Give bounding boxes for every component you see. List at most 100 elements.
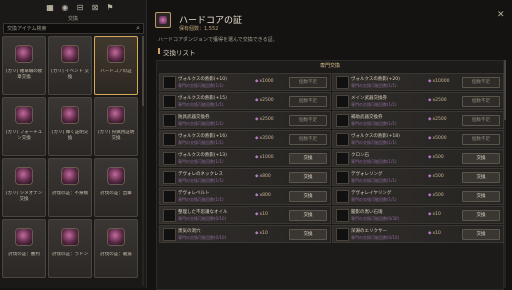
grid-icon[interactable]: ▦: [45, 3, 55, 13]
item-name: ヴォルクスの熱影(+10): [178, 77, 227, 82]
exchange-button[interactable]: 交換: [289, 191, 327, 202]
insufficient-button[interactable]: 個数不足: [462, 77, 500, 88]
category-card[interactable]: 討伐の証：審判: [2, 219, 46, 278]
item-icon: [163, 171, 176, 184]
proof-item-icon: [16, 46, 32, 62]
exchange-item-row: ヴォルクスの熱影(+18) 専門の交換可能回数(1/1) ◆x5000 個数不足: [332, 130, 504, 148]
icon-tab-bar: ▦ ◉ ⊟ ⊠ ⚑: [0, 3, 146, 15]
bookmark-icon[interactable]: ⚑: [105, 3, 115, 13]
insufficient-button[interactable]: 個数不足: [289, 115, 327, 126]
proof-item-icon: [16, 229, 32, 245]
item-exchange-limit: 専門の交換可能回数(1/1): [351, 121, 397, 126]
category-card[interactable]: [カリ] 輝く証明交換: [48, 97, 92, 156]
exchange-button[interactable]: 交換: [289, 229, 327, 240]
category-card[interactable]: [カリ] イベント 交換: [48, 36, 92, 95]
item-cost-value: x5000: [432, 136, 447, 141]
item-icon: [163, 114, 176, 127]
exchange-button[interactable]: 交換: [462, 191, 500, 202]
exchange-button[interactable]: 交換: [289, 210, 327, 221]
insufficient-button[interactable]: 個数不足: [462, 134, 500, 145]
item-cost: ◆x2500: [255, 117, 274, 122]
item-cost: ◆x10: [428, 212, 441, 217]
holding-count: 保有個数：1,552: [179, 26, 219, 32]
item-exchange-limit: 専門の交換可能回数(1/1): [178, 159, 224, 164]
item-cost: ◆x5000: [428, 136, 447, 141]
currency-icon: ◆: [255, 136, 259, 141]
category-card[interactable]: [カリ] 羅卓職の紋章交換: [2, 36, 46, 95]
item-cost-value: x3500: [259, 136, 274, 141]
exchange-button[interactable]: 交換: [462, 210, 500, 221]
item-exchange-limit: 専門の交換可能回数(1/1): [351, 83, 397, 88]
item-cost-value: x800: [259, 193, 271, 198]
currency-icon: ◆: [428, 174, 432, 179]
exchange-item-row: 闇影の黒い石塊 専門の交換可能回数(0/30) ◆x10 交換: [332, 206, 504, 224]
item-name: メイン武器交換券: [351, 96, 387, 101]
insufficient-button[interactable]: 個数不足: [462, 96, 500, 107]
exchange-button[interactable]: 交換: [462, 229, 500, 240]
category-card[interactable]: ハードコアの証: [94, 36, 138, 95]
search-box[interactable]: ⌕: [3, 23, 144, 34]
category-card-label: [カリ] 羅卓職の紋章交換: [5, 69, 43, 80]
item-name: 防具武器交換券: [178, 115, 210, 120]
close-icon[interactable]: ✕: [497, 10, 505, 20]
insufficient-button[interactable]: 個数不足: [462, 115, 500, 126]
exchange-item-row: デヴォレのネックレス 専門の交換可能回数(1/1) ◆x800 交換: [159, 168, 331, 186]
insufficient-button[interactable]: 個数不足: [289, 96, 327, 107]
scroll-icon[interactable]: ⊠: [90, 3, 100, 13]
currency-icon: ◆: [255, 155, 259, 160]
item-exchange-limit: 専門の交換可能回数(0/10): [178, 216, 227, 221]
category-card[interactable]: 討伐の証：出撃: [94, 158, 138, 217]
exchange-item-row: ヴォルクスの熱影(+15) 専門の交換可能回数(1/1) ◆x2500 個数不足: [159, 92, 331, 110]
category-card[interactable]: [カリ] フォーチュン交換: [2, 97, 46, 156]
exchange-button[interactable]: 交換: [289, 153, 327, 164]
item-cost: ◆x10: [428, 231, 441, 236]
left-scrollbar[interactable]: [142, 36, 144, 286]
item-name: 黒気の洞穴: [178, 229, 201, 234]
insufficient-button[interactable]: 個数不足: [289, 77, 327, 88]
item-name: 整理した不思議なオイル: [178, 210, 228, 215]
category-card[interactable]: [カリ] シメオナン 交換: [2, 158, 46, 217]
item-icon: [163, 76, 176, 89]
exchange-button[interactable]: 交換: [462, 153, 500, 164]
section-title: 交換リスト: [158, 48, 196, 57]
category-card[interactable]: 討伐の証：不帰橋: [48, 158, 92, 217]
item-icon: [336, 209, 349, 222]
insufficient-button[interactable]: 個数不足: [289, 134, 327, 145]
item-name: ヴォルクスの熱影(+20): [351, 77, 400, 82]
item-icon: [163, 95, 176, 108]
item-icon: [336, 133, 349, 146]
category-card-label: 討伐の証：出撃: [100, 191, 132, 196]
currency-icon: ◆: [428, 117, 432, 122]
category-card[interactable]: [カリ] 狩猟用証明交換: [94, 97, 138, 156]
search-input[interactable]: [7, 24, 127, 33]
search-icon[interactable]: ⌕: [136, 24, 140, 33]
exchange-button[interactable]: 交換: [289, 172, 327, 183]
exchange-button[interactable]: 交換: [462, 172, 500, 183]
right-scrollbar-thumb[interactable]: [504, 60, 506, 120]
location-icon[interactable]: ◉: [60, 3, 70, 13]
item-icon: [336, 114, 349, 127]
exchange-item-row: メイン武器交換券 専門の交換可能回数(1/1) ◆x2500 個数不足: [332, 92, 504, 110]
item-icon: [163, 190, 176, 203]
proof-item-icon: [16, 107, 32, 123]
item-exchange-limit: 専門の交換可能回数(0/10): [351, 235, 400, 240]
currency-icon: ◆: [428, 155, 432, 160]
item-cost: ◆x2500: [428, 98, 447, 103]
exchange-item-row: 整理した不思議なオイル 専門の交換可能回数(0/10) ◆x10 交換: [159, 206, 331, 224]
proof-item-icon: [62, 46, 78, 62]
item-cost: ◆x3500: [255, 136, 274, 141]
left-scrollbar-thumb[interactable]: [142, 36, 144, 106]
item-cost-value: x1000: [259, 79, 274, 84]
currency-icon: ◆: [428, 79, 432, 84]
category-card[interactable]: 討伐の証：ラドン: [48, 219, 92, 278]
item-icon: [163, 152, 176, 165]
item-name: デヴォレベルト: [178, 191, 210, 196]
right-scrollbar[interactable]: [504, 60, 506, 288]
item-icon: [163, 133, 176, 146]
category-card[interactable]: 討伐の証：破滅: [94, 219, 138, 278]
category-card-label: [カリ] シメオナン 交換: [5, 191, 43, 202]
currency-icon: ◆: [428, 193, 432, 198]
tab-caption: 交換: [67, 16, 78, 22]
currency-icon: ◆: [428, 98, 432, 103]
chest-icon[interactable]: ⊟: [75, 3, 85, 13]
